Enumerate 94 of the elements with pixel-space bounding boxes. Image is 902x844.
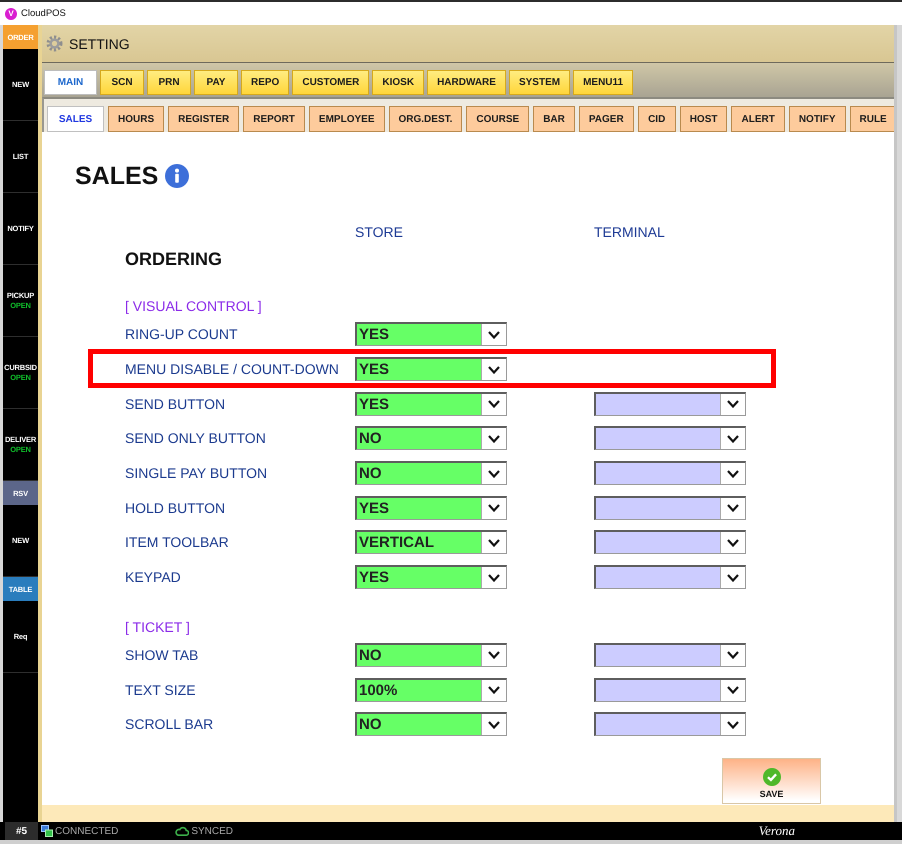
terminal-number: #5 [5,822,38,840]
sub-tab[interactable]: ALERT [731,106,785,132]
chevron-down-icon [720,644,745,666]
chevron-down-icon [481,714,506,736]
terminal-select[interactable] [594,496,746,520]
sub-tab[interactable]: BAR [533,106,575,132]
chevron-down-icon [481,498,506,519]
setting-label: KEYPAD [125,569,181,586]
terminal-select[interactable] [594,461,746,486]
sub-tab[interactable]: RULE [850,106,894,132]
terminal-select[interactable] [594,530,746,554]
store-select[interactable]: YES [355,357,507,382]
main-tab[interactable]: PAY [194,70,238,95]
store-select[interactable]: NO [355,426,507,450]
main-tab[interactable]: CUSTOMER [292,70,370,95]
main-tab[interactable]: PRN [147,70,191,95]
sub-tab[interactable]: HOST [680,106,728,132]
sub-tab[interactable]: NOTIFY [788,106,846,132]
column-header: TERMINAL [594,224,665,240]
setting-label: SINGLE PAY BUTTON [125,465,268,482]
chevron-down-icon [720,498,745,519]
chevron-down-icon [720,532,745,554]
store-select[interactable]: VERTICAL [355,530,507,554]
setting-label: MENU DISABLE / COUNT-DOWN [125,361,339,378]
chevron-down-icon [720,428,745,450]
section-title: [ TICKET ] [125,618,190,634]
store-select[interactable]: NO [355,712,507,736]
setting-label: SEND BUTTON [125,396,226,412]
chevron-down-icon [481,428,506,450]
setting-label: SEND ONLY BUTTON [125,430,266,446]
group-title: ORDERING [125,248,222,270]
main-tab[interactable]: HARDWARE [427,70,506,95]
window-title: CloudPOS [21,8,66,19]
main-tab[interactable]: MAIN [44,70,97,95]
setting-label: TEXT SIZE [125,682,196,698]
chevron-down-icon [720,394,745,415]
terminal-select[interactable] [594,678,746,702]
store-name: Verona [758,823,795,839]
store-select[interactable]: 100% [355,678,507,702]
sub-tab[interactable]: PAGER [578,106,634,132]
app-logo: V [5,8,17,20]
chevron-down-icon [481,567,506,588]
cloud-icon [175,826,190,836]
sub-tab[interactable]: SALES [47,106,104,132]
chevron-down-icon [720,680,745,701]
chevron-down-icon [481,532,506,554]
terminal-select[interactable] [594,712,746,736]
chevron-down-icon [481,644,506,666]
sub-tab[interactable]: HOURS [108,106,164,132]
connection-status: CONNECTED [55,826,118,836]
chevron-down-icon [481,680,506,701]
main-tab[interactable]: REPO [241,70,290,95]
chevron-down-icon [481,359,506,380]
info-icon[interactable] [165,164,190,188]
sub-tab[interactable]: ORG.DEST. [388,106,462,132]
sub-tab[interactable]: EMPLOYEE [308,106,384,132]
main-tab[interactable]: MENU11 [573,70,634,95]
sub-tab[interactable]: REGISTER [168,106,240,132]
chevron-down-icon [720,463,745,484]
setting-label: SCROLL BAR [125,716,214,732]
store-select[interactable]: YES [355,496,507,520]
store-select[interactable]: YES [355,322,507,346]
store-select[interactable]: YES [355,392,507,416]
store-select[interactable]: YES [355,565,507,590]
chevron-down-icon [720,714,745,736]
sub-tab[interactable]: CID [638,106,676,132]
main-tab[interactable]: SCN [100,70,144,95]
section-title: [ VISUAL CONTROL ] [125,298,262,314]
chevron-down-icon [481,394,506,415]
page-title: SALES [75,162,158,190]
chevron-down-icon [720,567,745,588]
column-header: STORE [355,224,403,240]
chevron-down-icon [481,463,506,484]
sync-status: SYNCED [191,826,234,836]
terminal-select[interactable] [594,642,746,667]
terminal-select[interactable] [594,426,746,450]
setting-label: SHOW TAB [125,646,198,663]
terminal-select[interactable] [594,565,746,590]
setting-label: ITEM TOOLBAR [125,534,229,550]
terminal-select[interactable] [594,392,746,416]
header-title: SETTING [69,36,130,52]
setting-label: HOLD BUTTON [125,500,226,516]
chevron-down-icon [481,324,506,346]
check-circle-icon [762,768,780,786]
screens-icon [41,825,53,837]
main-tab[interactable]: SYSTEM [508,70,570,95]
save-button[interactable]: SAVE [722,758,821,804]
sub-tab[interactable]: COURSE [466,106,530,132]
sub-tab[interactable]: REPORT [243,106,305,132]
main-tab[interactable]: KIOSK [372,70,424,95]
store-select[interactable]: NO [355,461,507,486]
setting-label: RING-UP COUNT [125,326,238,342]
gear-icon [46,35,63,52]
store-select[interactable]: NO [355,642,507,667]
